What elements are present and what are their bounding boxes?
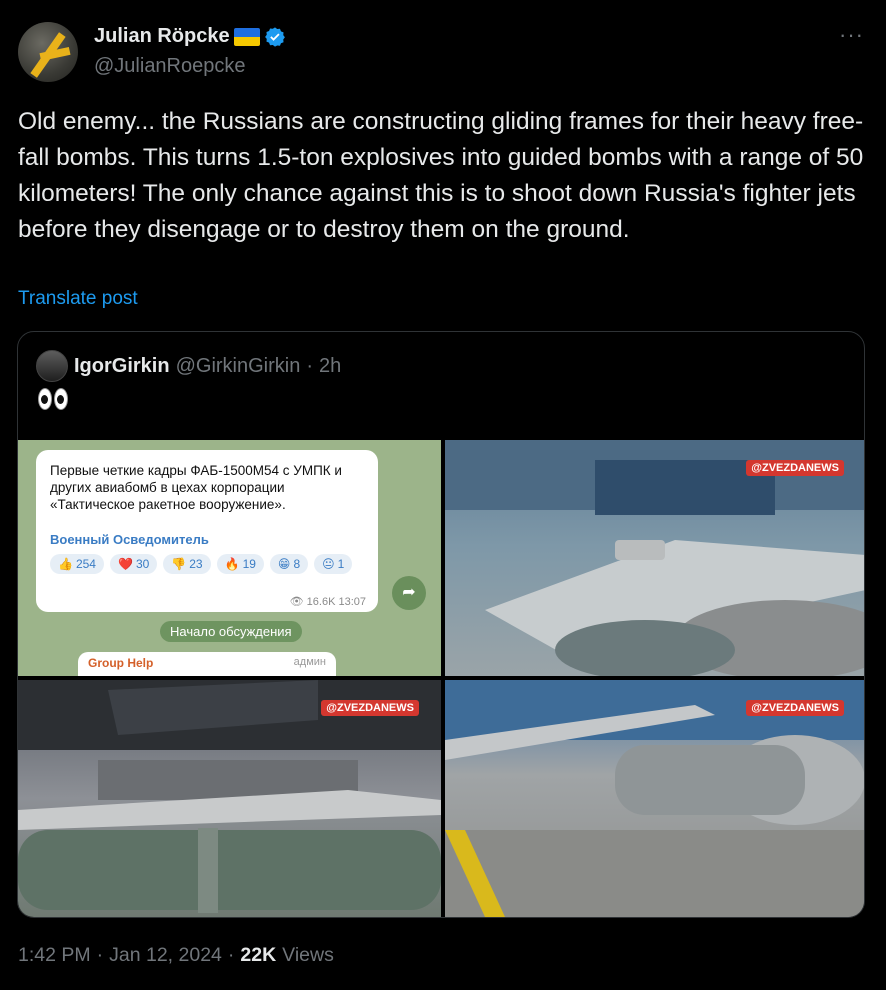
telegram-message-text: Первые четкие кадры ФАБ-1500М54 с УМПК и… (50, 463, 342, 512)
zvezda-watermark: @ZVEZDANEWS (746, 460, 844, 476)
telegram-group-name: Group Help (88, 656, 154, 670)
more-options-icon[interactable]: ··· (839, 22, 864, 48)
quoted-time: 2h (319, 354, 342, 377)
translate-post-link[interactable]: Translate post (18, 288, 138, 310)
telegram-message-card: Первые четкие кадры ФАБ-1500М54 с УМПК и… (36, 450, 378, 612)
quoted-header: IgorGirkin @GirkinGirkin · 2h (36, 350, 341, 382)
post-date[interactable]: Jan 12, 2024 (109, 944, 222, 967)
verified-badge-icon (264, 26, 285, 47)
media-photo-4[interactable]: @ZVEZDANEWS (445, 680, 864, 917)
quoted-separator: · (306, 354, 314, 377)
author-handle[interactable]: @JulianRoepcke (94, 55, 246, 78)
quoted-avatar (36, 350, 68, 382)
reaction-heart: ❤️ 30 (109, 554, 158, 574)
views-label: Views (282, 944, 334, 966)
telegram-group-role: админ (293, 656, 326, 668)
reaction-fire: 🔥 19 (216, 554, 264, 574)
media-telegram-screenshot[interactable]: Первые четкие кадры ФАБ-1500М54 с УМПК и… (18, 440, 441, 676)
telegram-stats: 👁 16.6K 13:07 (289, 596, 366, 608)
telegram-channel-name: Военный Осведомитель (50, 532, 209, 547)
reaction-neutral: 😐 1 (314, 554, 353, 574)
zvezda-watermark: @ZVEZDANEWS (746, 700, 844, 716)
author-name-row: Julian Röpcke (94, 25, 286, 48)
ukraine-flag-icon (233, 27, 260, 46)
author-avatar[interactable] (18, 22, 78, 82)
media-grid: Первые четкие кадры ФАБ-1500М54 с УМПК и… (18, 440, 864, 917)
quoted-author-handle: @GirkinGirkin (175, 354, 301, 377)
post-time[interactable]: 1:42 PM (18, 944, 91, 967)
telegram-group-card: Group Help админ (78, 652, 336, 676)
reaction-thumbs-up: 👍 254 (50, 554, 104, 574)
telegram-discussion-label: Начало обсуждения (160, 621, 302, 642)
footer-separator-2: · (227, 944, 235, 966)
footer-separator: · (96, 944, 104, 966)
zvezda-watermark: @ZVEZDANEWS (321, 700, 419, 716)
reaction-thumbs-down: 👎 23 (163, 554, 211, 574)
quoted-tweet[interactable]: IgorGirkin @GirkinGirkin · 2h Первые чет… (17, 331, 865, 918)
telegram-reactions: 👍 254 ❤️ 30 👎 23 🔥 19 😁 8 😐 1 (50, 554, 370, 574)
telegram-share-icon: ➦ (392, 576, 426, 610)
reaction-grin: 😁 8 (269, 554, 309, 574)
quoted-author-name: IgorGirkin (74, 354, 170, 377)
tweet-text: Old enemy... the Russians are constructi… (18, 108, 864, 243)
eyes-icon (38, 388, 68, 410)
media-photo-2[interactable]: @ZVEZDANEWS (445, 440, 864, 676)
tweet-footer: 1:42 PM · Jan 12, 2024 · 22K Views (18, 944, 334, 967)
media-photo-3[interactable]: @ZVEZDANEWS (18, 680, 441, 917)
avatar-graphic-bar (39, 46, 71, 62)
views-count[interactable]: 22K (240, 944, 276, 967)
author-name[interactable]: Julian Röpcke (94, 25, 230, 48)
